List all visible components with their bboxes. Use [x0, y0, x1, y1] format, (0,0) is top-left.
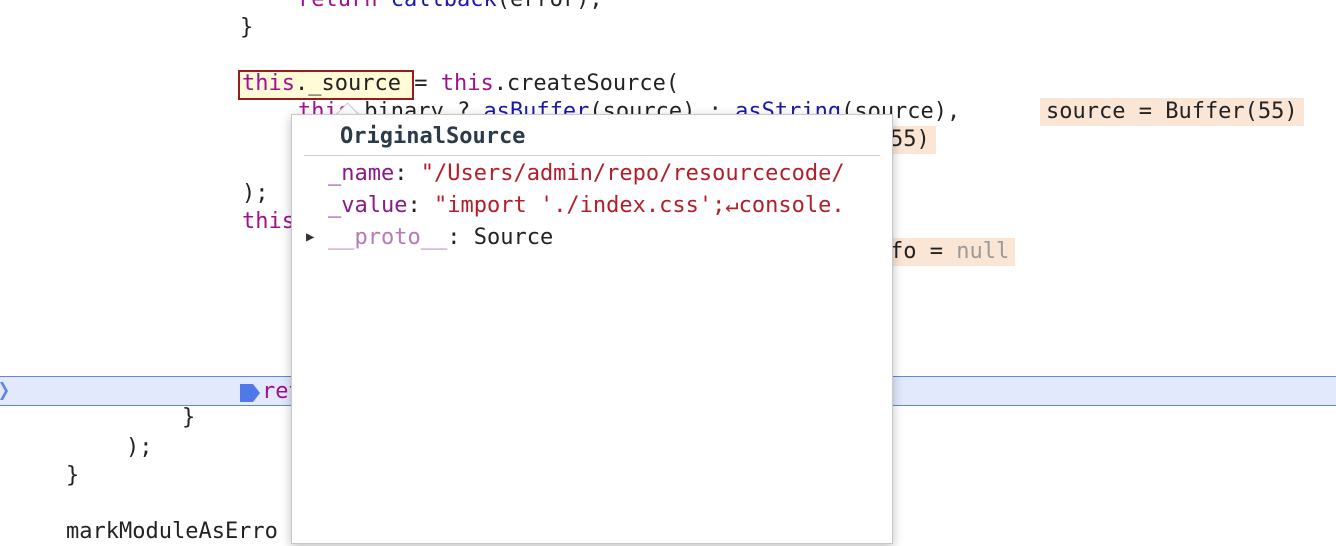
- inline-value-source: source = Buffer(55): [1040, 98, 1304, 126]
- code-line-close-paren-2: );: [126, 435, 153, 460]
- code-line-return-callback: return callback(error);: [298, 0, 603, 14]
- property-row-value[interactable]: _value: "import './index.css';↵console.: [328, 191, 888, 221]
- property-row-proto[interactable]: __proto__: Source: [328, 223, 888, 253]
- execution-pointer-icon: [0, 382, 8, 400]
- popover-title: OriginalSource: [340, 124, 526, 149]
- code-line-close-paren: );: [242, 181, 269, 206]
- inline-value-null: fo = null: [884, 238, 1016, 266]
- popover-divider: [304, 155, 880, 156]
- code-line-close-brace-2: }: [182, 405, 196, 430]
- code-line-close-brace: }: [240, 15, 254, 40]
- code-line-close-brace-3: }: [66, 463, 80, 488]
- property-row-name[interactable]: _name: "/Users/admin/repo/resourcecode/: [328, 159, 888, 189]
- code-line-mark-module: markModuleAsErro: [66, 519, 278, 544]
- expand-triangle-icon[interactable]: ▶: [306, 229, 314, 245]
- object-inspector-popover[interactable]: OriginalSource _name: "/Users/admin/repo…: [291, 114, 893, 544]
- code-line-create-source: this._source = this.createSource(: [242, 71, 680, 96]
- code-line-this: this: [242, 209, 295, 234]
- breakpoint-marker-icon[interactable]: [240, 384, 260, 402]
